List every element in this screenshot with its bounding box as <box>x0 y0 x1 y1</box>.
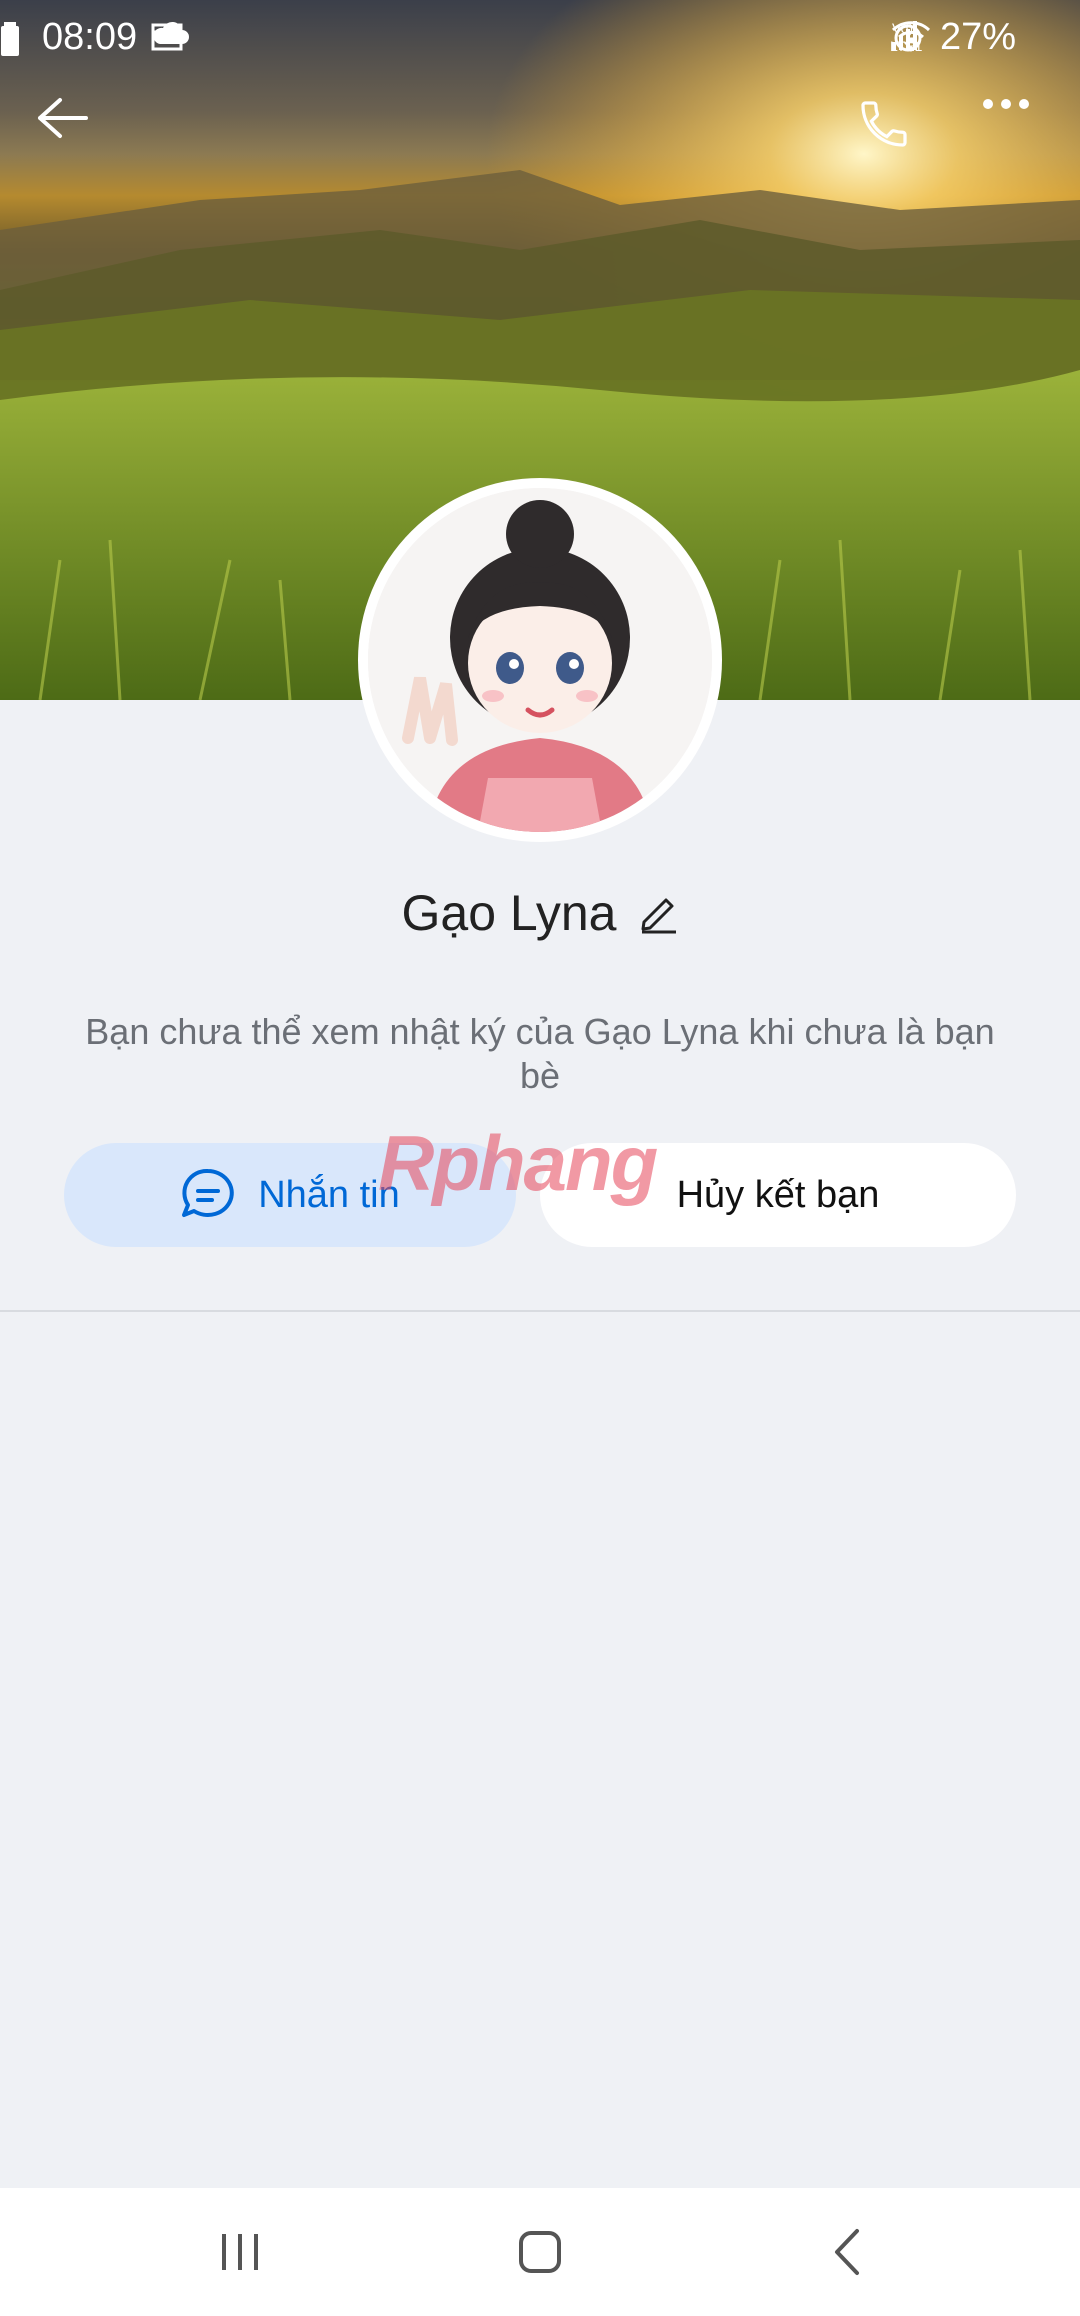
home-button[interactable] <box>500 2222 580 2282</box>
more-horizontal-icon <box>983 99 1029 109</box>
message-button-label: Nhắn tin <box>258 1173 400 1216</box>
system-back-button[interactable] <box>806 2222 886 2282</box>
section-divider <box>0 1310 1080 1312</box>
unfriend-button-label: Hủy kết bạn <box>676 1173 880 1216</box>
recents-button[interactable] <box>200 2222 280 2282</box>
message-button[interactable]: Nhắn tin <box>64 1143 516 1247</box>
battery-icon <box>1 22 19 56</box>
system-nav-bar <box>0 2188 1080 2316</box>
avatar <box>368 488 712 832</box>
unfriend-button[interactable]: Hủy kết bạn <box>540 1143 1016 1247</box>
signal-icon <box>892 21 917 50</box>
arrow-left-icon <box>38 98 88 138</box>
chevron-left-icon <box>835 2229 859 2275</box>
profile-name-row: Gạo Lyna <box>0 880 1080 946</box>
chat-bubble-icon <box>182 1168 234 1217</box>
status-bar: 08:09 Vo))LTE1 27% <box>0 0 1080 74</box>
battery-level: 27% <box>939 16 1016 58</box>
recents-icon <box>222 2234 258 2270</box>
more-button[interactable] <box>980 96 1052 168</box>
home-icon <box>519 2231 561 2273</box>
status-time: 08:09 <box>42 16 138 58</box>
avatar-illustration <box>368 488 712 832</box>
diary-notice-text: Bạn chưa thể xem nhật ký của Gạo Lyna kh… <box>85 1011 995 1096</box>
profile-name: Gạo Lyna <box>401 885 617 941</box>
calendar-icon <box>151 23 183 51</box>
back-button[interactable] <box>36 96 108 168</box>
pencil-icon[interactable] <box>638 892 678 934</box>
call-button[interactable] <box>856 96 928 168</box>
profile-avatar[interactable] <box>358 478 722 842</box>
phone-icon <box>861 101 907 147</box>
